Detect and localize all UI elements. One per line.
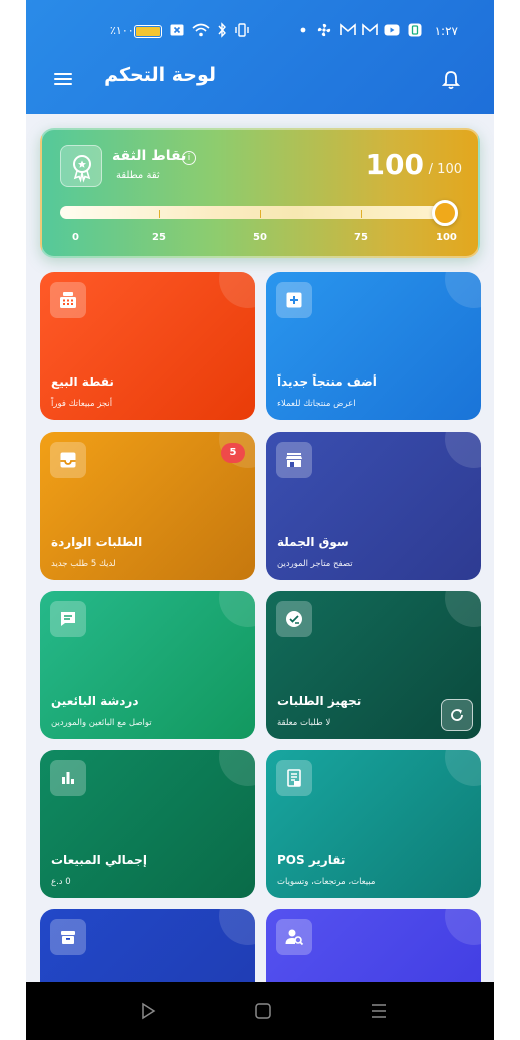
- tile-point-of-sale[interactable]: نقطة البيع أنجز مبيعاتك فوراً: [40, 272, 255, 420]
- award-icon: [60, 145, 102, 187]
- battery-percent: ١٠٠٪: [110, 24, 134, 37]
- clock: ١:٢٧: [434, 24, 458, 38]
- tile-subtitle: تواصل مع البائعين والموردين: [51, 718, 152, 728]
- info-icon[interactable]: i: [182, 151, 196, 165]
- trust-scale-label: 100: [436, 232, 457, 243]
- tile-sales-total[interactable]: إجمالي المبيعات 0 د.ع: [40, 750, 255, 898]
- trust-score-value: 100: [365, 148, 424, 181]
- page-title: لوحة التحكم: [104, 64, 216, 86]
- refresh-button[interactable]: [441, 699, 473, 731]
- tile-subtitle: اعرض منتجاتك للعملاء: [277, 399, 356, 409]
- recents-lines-icon[interactable]: [370, 1002, 388, 1020]
- tile-subtitle: لا طلبات معلقة: [277, 718, 331, 728]
- tile-title: سوق الجملة: [277, 535, 349, 549]
- trust-slider-track: [60, 206, 452, 219]
- tile-subtitle: لديك 5 طلب جديد: [51, 559, 116, 569]
- status-bar: ١٠٠٪ ١:٢٧: [26, 0, 494, 64]
- gmail-icon: [340, 23, 356, 35]
- bell-icon[interactable]: [442, 70, 460, 90]
- back-triangle-icon[interactable]: [139, 1002, 157, 1020]
- trust-slider-thumb[interactable]: [432, 200, 458, 226]
- tile-title: تجهيز الطلبات: [277, 694, 362, 708]
- tile-title: الطلبات الواردة: [51, 535, 143, 549]
- bluetooth-icon: [218, 22, 226, 38]
- dot-icon: [300, 27, 306, 33]
- app-screen: ١٠٠٪ ١:٢٧ لوحة التحكم نقاط الثقة i ثقة م…: [26, 0, 494, 1040]
- trust-scale-label: 0: [72, 232, 79, 243]
- receipt-icon: [276, 760, 312, 796]
- system-nav-bar: [26, 982, 494, 1040]
- store-icon: [276, 442, 312, 478]
- user-search-icon: [276, 919, 312, 955]
- fan-icon: [317, 23, 331, 37]
- trust-slider-tick: [260, 210, 261, 218]
- trust-score-card[interactable]: نقاط الثقة i ثقة مطلقة 100 / 100 0 25 50…: [40, 128, 480, 258]
- tile-wholesale-market[interactable]: سوق الجملة تصفح متاجر الموردين: [266, 432, 481, 580]
- checklist-icon: [276, 601, 312, 637]
- tile-title: تقارير POS: [277, 853, 346, 867]
- trust-scale-label: 75: [354, 232, 368, 243]
- trust-subtitle: ثقة مطلقة: [116, 170, 160, 181]
- trust-slider-tick: [159, 210, 160, 218]
- bar-chart-icon: [50, 760, 86, 796]
- trust-slider-tick: [361, 210, 362, 218]
- tile-title: إجمالي المبيعات: [51, 853, 147, 867]
- orders-count-badge: 5: [221, 443, 245, 463]
- tile-subtitle: أنجز مبيعاتك فوراً: [51, 399, 113, 409]
- app-header: ١٠٠٪ ١:٢٧ لوحة التحكم: [26, 0, 494, 114]
- tile-subtitle: تصفح متاجر الموردين: [277, 559, 353, 569]
- menu-icon[interactable]: [54, 70, 72, 86]
- tile-order-preparation[interactable]: تجهيز الطلبات لا طلبات معلقة: [266, 591, 481, 739]
- tile-incoming-orders[interactable]: 5 الطلبات الواردة لديك 5 طلب جديد: [40, 432, 255, 580]
- tile-subtitle: 0 د.ع: [51, 877, 71, 887]
- chat-icon: [50, 601, 86, 637]
- sim-x-icon: [170, 24, 184, 36]
- tile-sellers-chat[interactable]: دردشة البائعين تواصل مع البائعين والمورد…: [40, 591, 255, 739]
- tile-pos-reports[interactable]: تقارير POS مبيعات، مرتجعات، وتسويات: [266, 750, 481, 898]
- tile-add-product[interactable]: أضف منتجاً جديداً اعرض منتجاتك للعملاء: [266, 272, 481, 420]
- tile-title: دردشة البائعين: [51, 694, 139, 708]
- tile-subtitle: مبيعات، مرتجعات، وتسويات: [277, 877, 376, 887]
- vibrate-icon: [235, 23, 249, 37]
- youtube-icon: [384, 24, 400, 36]
- trust-scale-label: 25: [152, 232, 166, 243]
- app-icon: [408, 23, 422, 37]
- cash-register-icon: [50, 282, 86, 318]
- trust-title: نقاط الثقة: [112, 148, 187, 164]
- wifi-icon: [192, 23, 210, 37]
- inbox-icon: [50, 442, 86, 478]
- trust-scale-label: 50: [253, 232, 267, 243]
- trust-score-max: / 100: [428, 162, 462, 177]
- gmail-icon: [362, 23, 378, 35]
- tile-title: نقطة البيع: [51, 375, 114, 389]
- battery-icon: [134, 25, 162, 38]
- archive-icon: [50, 919, 86, 955]
- home-square-icon[interactable]: [254, 1002, 272, 1020]
- refresh-icon: [451, 709, 463, 721]
- plus-square-icon: [276, 282, 312, 318]
- tile-title: أضف منتجاً جديداً: [277, 375, 377, 389]
